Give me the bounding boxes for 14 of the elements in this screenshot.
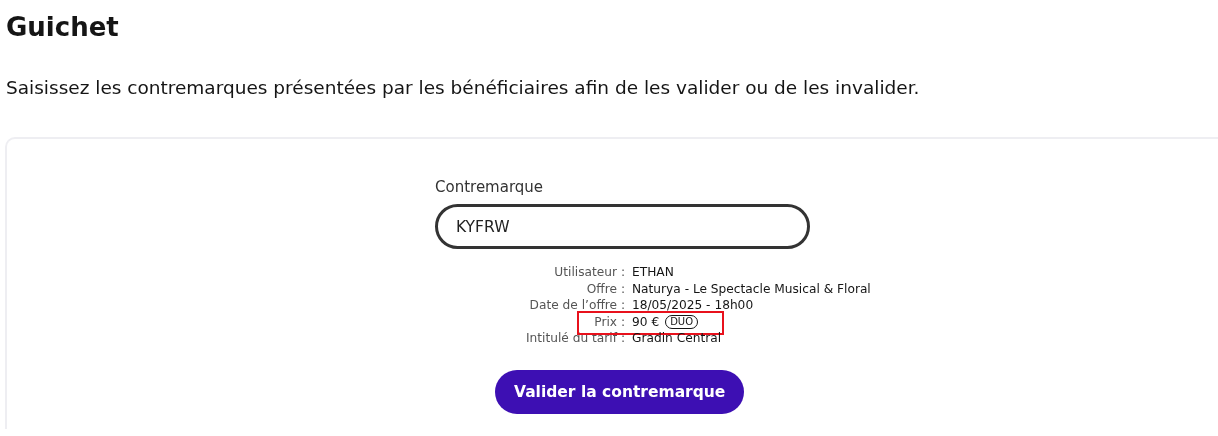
detail-value: 18/05/2025 - 18h00: [632, 297, 754, 314]
detail-value: Naturya - Le Spectacle Musical & Floral: [632, 280, 871, 297]
detail-label: Offre :: [586, 280, 625, 297]
detail-value: ETHAN: [632, 264, 674, 281]
page-title: Guichet: [5, 11, 120, 42]
detail-value: 90 €: [632, 313, 660, 330]
page-description: Saisissez les contremarques présentées par les bénéficiaires afin de les valider ou de les invalider.: [5, 76, 921, 100]
validate-button[interactable]: Valider la contremarque: [495, 369, 745, 414]
detail-label: Utilisateur :: [554, 264, 625, 281]
field-label: Contremarque: [435, 177, 545, 197]
input-field[interactable]: KYFRW: [435, 204, 810, 249]
detail-value: Gradin Central: [632, 330, 722, 347]
detail-label: Prix :: [594, 313, 625, 330]
detail-label: Date de l’offre :: [529, 297, 625, 314]
